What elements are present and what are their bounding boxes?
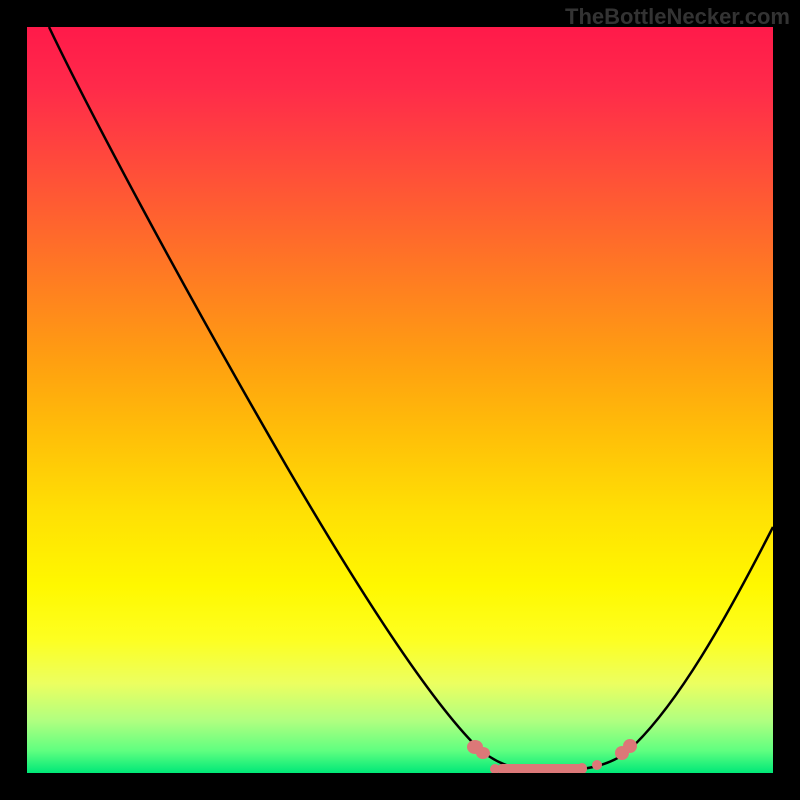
bottleneck-curve xyxy=(49,27,773,771)
attribution-label: TheBottleNecker.com xyxy=(565,4,790,30)
curve-layer xyxy=(27,27,773,773)
plot-area xyxy=(27,27,773,773)
chart-container: TheBottleNecker.com xyxy=(0,0,800,800)
highlight-band xyxy=(467,739,637,773)
